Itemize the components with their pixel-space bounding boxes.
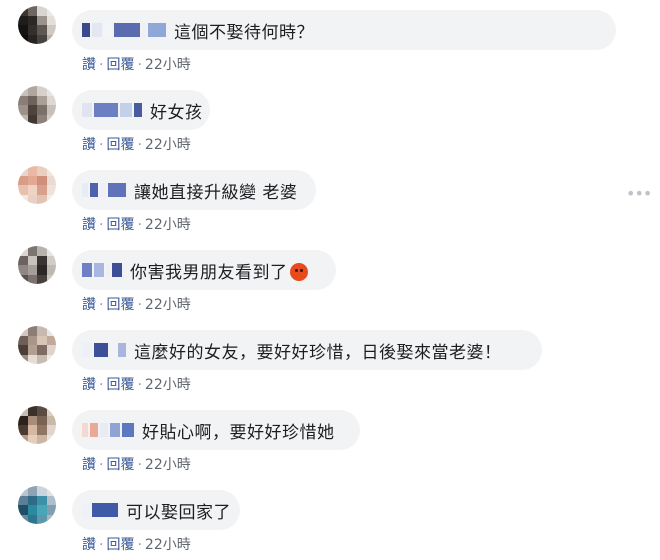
like-link[interactable]: 讚 [82, 217, 96, 233]
separator: · [137, 537, 142, 553]
separator: · [99, 57, 104, 73]
separator: · [99, 217, 104, 233]
comment-actions: 讚 · 回覆 · 22小時 [82, 294, 191, 314]
separator: · [137, 217, 142, 233]
reply-link[interactable]: 回覆 [106, 57, 134, 73]
comment-actions: 讚 · 回覆 · 22小時 [82, 374, 191, 394]
comment-text: 你害我男朋友看到了 [130, 258, 308, 283]
comment: 可以娶回家了 讚 · 回覆 · 22小時 [0, 480, 660, 560]
separator: · [99, 537, 104, 553]
comment-bubble: 好貼心啊，要好好珍惜她 [72, 410, 360, 450]
timestamp[interactable]: 22小時 [145, 537, 191, 553]
comment-text: 可以娶回家了 [126, 502, 231, 523]
comment: 這個不娶待何時？ 讚 · 回覆 · 22小時 [0, 0, 660, 80]
avatar[interactable] [18, 326, 56, 364]
comment-bubble: 你害我男朋友看到了 [72, 250, 336, 290]
timestamp[interactable]: 22小時 [145, 137, 191, 153]
like-link[interactable]: 讚 [82, 537, 96, 553]
comment-bubble: 好女孩 [72, 90, 210, 130]
comment: 你害我男朋友看到了 讚 · 回覆 · 22小時 [0, 240, 660, 320]
timestamp[interactable]: 22小時 [145, 457, 191, 473]
comment-text: 好貼心啊，要好好珍惜她 [142, 422, 335, 443]
like-link[interactable]: 讚 [82, 457, 96, 473]
timestamp[interactable]: 22小時 [145, 57, 191, 73]
reply-link[interactable]: 回覆 [106, 457, 134, 473]
comment-actions: 讚 · 回覆 · 22小時 [82, 534, 191, 554]
angry-face-icon [289, 262, 308, 281]
commenter-name-redacted[interactable] [82, 342, 126, 358]
separator: · [99, 377, 104, 393]
like-link[interactable]: 讚 [82, 137, 96, 153]
separator: · [137, 137, 142, 153]
reply-link[interactable]: 回覆 [106, 137, 134, 153]
separator: · [137, 297, 142, 313]
reply-link[interactable]: 回覆 [106, 537, 134, 553]
commenter-name-redacted[interactable] [82, 262, 122, 278]
separator: · [137, 377, 142, 393]
commenter-name-redacted[interactable] [82, 102, 142, 118]
comment-actions: 讚 · 回覆 · 22小時 [82, 214, 191, 234]
comment-bubble: 這麼好的女友，要好好珍惜，日後娶來當老婆！ [72, 330, 542, 370]
avatar[interactable] [18, 486, 56, 524]
more-options-icon[interactable]: ••• [626, 184, 652, 203]
comment-bubble: 可以娶回家了 [72, 490, 240, 530]
comment-actions: 讚 · 回覆 · 22小時 [82, 454, 191, 474]
reply-link[interactable]: 回覆 [106, 377, 134, 393]
comment-bubble: 讓她直接升級變 老婆 [72, 170, 316, 210]
reply-link[interactable]: 回覆 [106, 297, 134, 313]
separator: · [99, 137, 104, 153]
like-link[interactable]: 讚 [82, 377, 96, 393]
avatar[interactable] [18, 406, 56, 444]
separator: · [99, 297, 104, 313]
timestamp[interactable]: 22小時 [145, 217, 191, 233]
comment-text: 讓她直接升級變 老婆 [134, 182, 298, 203]
timestamp[interactable]: 22小時 [145, 377, 191, 393]
avatar[interactable] [18, 86, 56, 124]
timestamp[interactable]: 22小時 [145, 297, 191, 313]
like-link[interactable]: 讚 [82, 57, 96, 73]
comment: 這麼好的女友，要好好珍惜，日後娶來當老婆！ 讚 · 回覆 · 22小時 [0, 320, 660, 400]
comment: 讓她直接升級變 老婆 ••• 讚 · 回覆 · 22小時 [0, 160, 660, 240]
comment: 好女孩 讚 · 回覆 · 22小時 [0, 80, 660, 160]
commenter-name-redacted[interactable] [82, 22, 166, 38]
comment-text: 這個不娶待何時？ [174, 22, 314, 43]
separator: · [137, 457, 142, 473]
avatar[interactable] [18, 246, 56, 284]
comment-text: 這麼好的女友，要好好珍惜，日後娶來當老婆！ [134, 342, 502, 363]
like-link[interactable]: 讚 [82, 297, 96, 313]
comment-bubble: 這個不娶待何時？ [72, 10, 616, 50]
separator: · [137, 57, 142, 73]
comment-actions: 讚 · 回覆 · 22小時 [82, 134, 191, 154]
comment-text: 好女孩 [150, 102, 203, 123]
comment: 好貼心啊，要好好珍惜她 讚 · 回覆 · 22小時 [0, 400, 660, 480]
commenter-name-redacted[interactable] [82, 182, 126, 198]
avatar[interactable] [18, 6, 56, 44]
commenter-name-redacted[interactable] [82, 502, 118, 518]
commenter-name-redacted[interactable] [82, 422, 134, 438]
reply-link[interactable]: 回覆 [106, 217, 134, 233]
comment-actions: 讚 · 回覆 · 22小時 [82, 54, 191, 74]
avatar[interactable] [18, 166, 56, 204]
separator: · [99, 457, 104, 473]
